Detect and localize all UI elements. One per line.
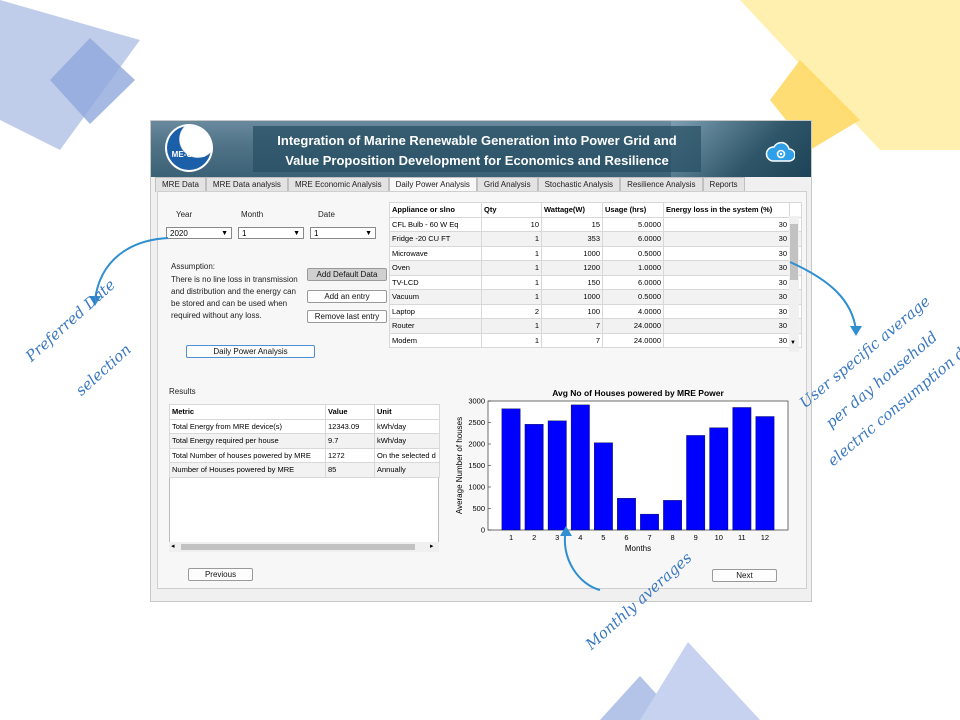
- annotation-arrows: [89, 237, 862, 591]
